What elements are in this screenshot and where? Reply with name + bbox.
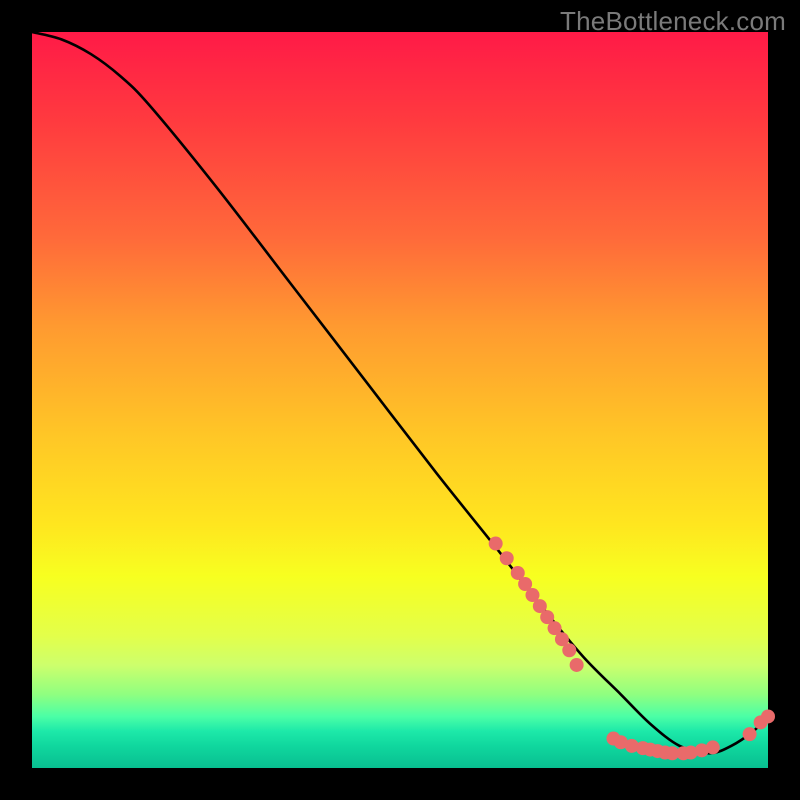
data-marker [761, 709, 775, 723]
plot-overlay-svg [32, 32, 768, 768]
data-marker [500, 551, 514, 565]
plot-area [32, 32, 768, 768]
data-marker [562, 643, 576, 657]
curve-line [32, 32, 768, 753]
data-marker [706, 740, 720, 754]
data-marker [743, 727, 757, 741]
markers-group [489, 537, 775, 761]
chart-container: TheBottleneck.com [0, 0, 800, 800]
data-marker [489, 537, 503, 551]
data-marker [570, 658, 584, 672]
